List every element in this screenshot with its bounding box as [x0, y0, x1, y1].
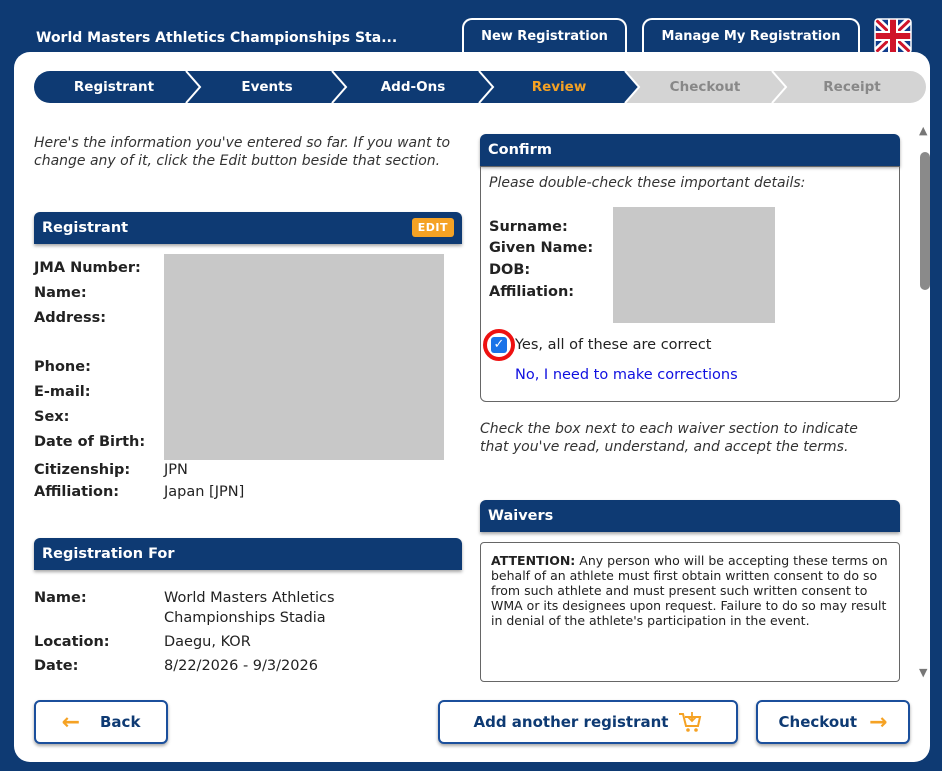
intro-text: Here's the information you've entered so…	[34, 135, 451, 169]
redacted-personal-info	[164, 254, 444, 460]
sex-label: Sex:	[34, 409, 70, 425]
step-receipt: Receipt	[823, 79, 881, 95]
registrant-section-title: Registrant	[42, 220, 129, 236]
location-value: Daegu, KOR	[164, 634, 251, 650]
location-label: Location:	[34, 634, 110, 650]
phone-label: Phone:	[34, 359, 91, 375]
surname-label: Surname:	[489, 219, 568, 235]
affiliation-value: Japan [JPN]	[164, 484, 245, 500]
waiver-attention: ATTENTION:	[491, 553, 576, 568]
add-another-label: Add another registrant	[473, 713, 669, 731]
confirm-affiliation-label: Affiliation:	[489, 284, 575, 300]
jma-number-label: JMA Number:	[34, 260, 141, 276]
given-name-label: Given Name:	[489, 240, 594, 256]
confirm-box: Please double-check these important deta…	[480, 166, 900, 402]
date-of-birth-label: Date of Birth:	[34, 434, 146, 450]
step-review: Review	[531, 79, 587, 95]
review-content: Here's the information you've entered so…	[14, 114, 930, 682]
waiver-instructions: Check the box next to each waiver sectio…	[480, 421, 858, 455]
address-label: Address:	[34, 310, 107, 326]
email-label: E-mail:	[34, 384, 91, 400]
redacted-confirm-info	[613, 207, 775, 323]
step-registrant[interactable]: Registrant	[34, 71, 194, 103]
tab-manage-registration[interactable]: Manage My Registration	[642, 18, 860, 52]
citizenship-label: Citizenship:	[34, 462, 131, 478]
waiver-text-box[interactable]: ATTENTION: Any person who will be accept…	[480, 542, 900, 682]
date-label: Date:	[34, 658, 79, 674]
right-arrow-icon: →	[869, 709, 888, 735]
edit-registrant-button[interactable]: EDIT	[411, 218, 454, 237]
affiliation-label: Affiliation:	[34, 484, 120, 500]
event-name-label: Name:	[34, 590, 87, 606]
name-label: Name:	[34, 285, 87, 301]
main-panel: Registrant Events Add-Ons Review Checkou…	[14, 52, 930, 762]
progress-steps: Registrant Events Add-Ons Review Checkou…	[34, 71, 926, 103]
event-name-line2: Championships Stadia	[164, 610, 326, 626]
scroll-up-icon[interactable]: ▲	[919, 124, 927, 137]
confirm-yes-label[interactable]: Yes, all of these are correct	[515, 337, 711, 353]
scroll-thumb[interactable]	[920, 152, 930, 290]
dob-label: DOB:	[489, 262, 531, 278]
tab-new-registration[interactable]: New Registration	[462, 18, 627, 52]
confirm-section-header: Confirm	[480, 134, 900, 166]
step-checkout: Checkout	[669, 79, 741, 95]
checkout-button[interactable]: Checkout →	[756, 700, 910, 744]
confirm-yes-checkbox[interactable]: ✓	[491, 337, 507, 353]
registrant-section-header: Registrant EDIT	[34, 212, 462, 244]
add-another-registrant-button[interactable]: Add another registrant	[438, 700, 738, 744]
vertical-scrollbar[interactable]: ▲ ▼	[918, 122, 932, 682]
confirm-prompt: Please double-check these important deta…	[489, 175, 806, 191]
waivers-section-header: Waivers	[480, 500, 900, 532]
registration-for-title: Registration For	[42, 546, 175, 562]
cart-add-icon	[678, 711, 702, 733]
citizenship-value: JPN	[164, 462, 188, 478]
step-add-ons[interactable]: Add-Ons	[340, 71, 486, 103]
scroll-down-icon[interactable]: ▼	[919, 666, 927, 679]
confirm-title: Confirm	[488, 142, 552, 158]
left-arrow-icon: ←	[61, 709, 80, 735]
back-button[interactable]: ← Back	[34, 700, 168, 744]
event-name-line1: World Masters Athletics	[164, 590, 335, 606]
step-events[interactable]: Events	[194, 71, 340, 103]
registration-for-section-header: Registration For	[34, 538, 462, 570]
back-label: Back	[100, 713, 141, 731]
date-value: 8/22/2026 - 9/3/2026	[164, 658, 318, 674]
corrections-link[interactable]: No, I need to make corrections	[515, 367, 738, 383]
event-title: World Masters Athletics Championships St…	[36, 30, 398, 46]
waivers-title: Waivers	[488, 508, 554, 524]
checkout-label: Checkout	[778, 713, 858, 731]
uk-flag-icon[interactable]	[874, 18, 912, 54]
